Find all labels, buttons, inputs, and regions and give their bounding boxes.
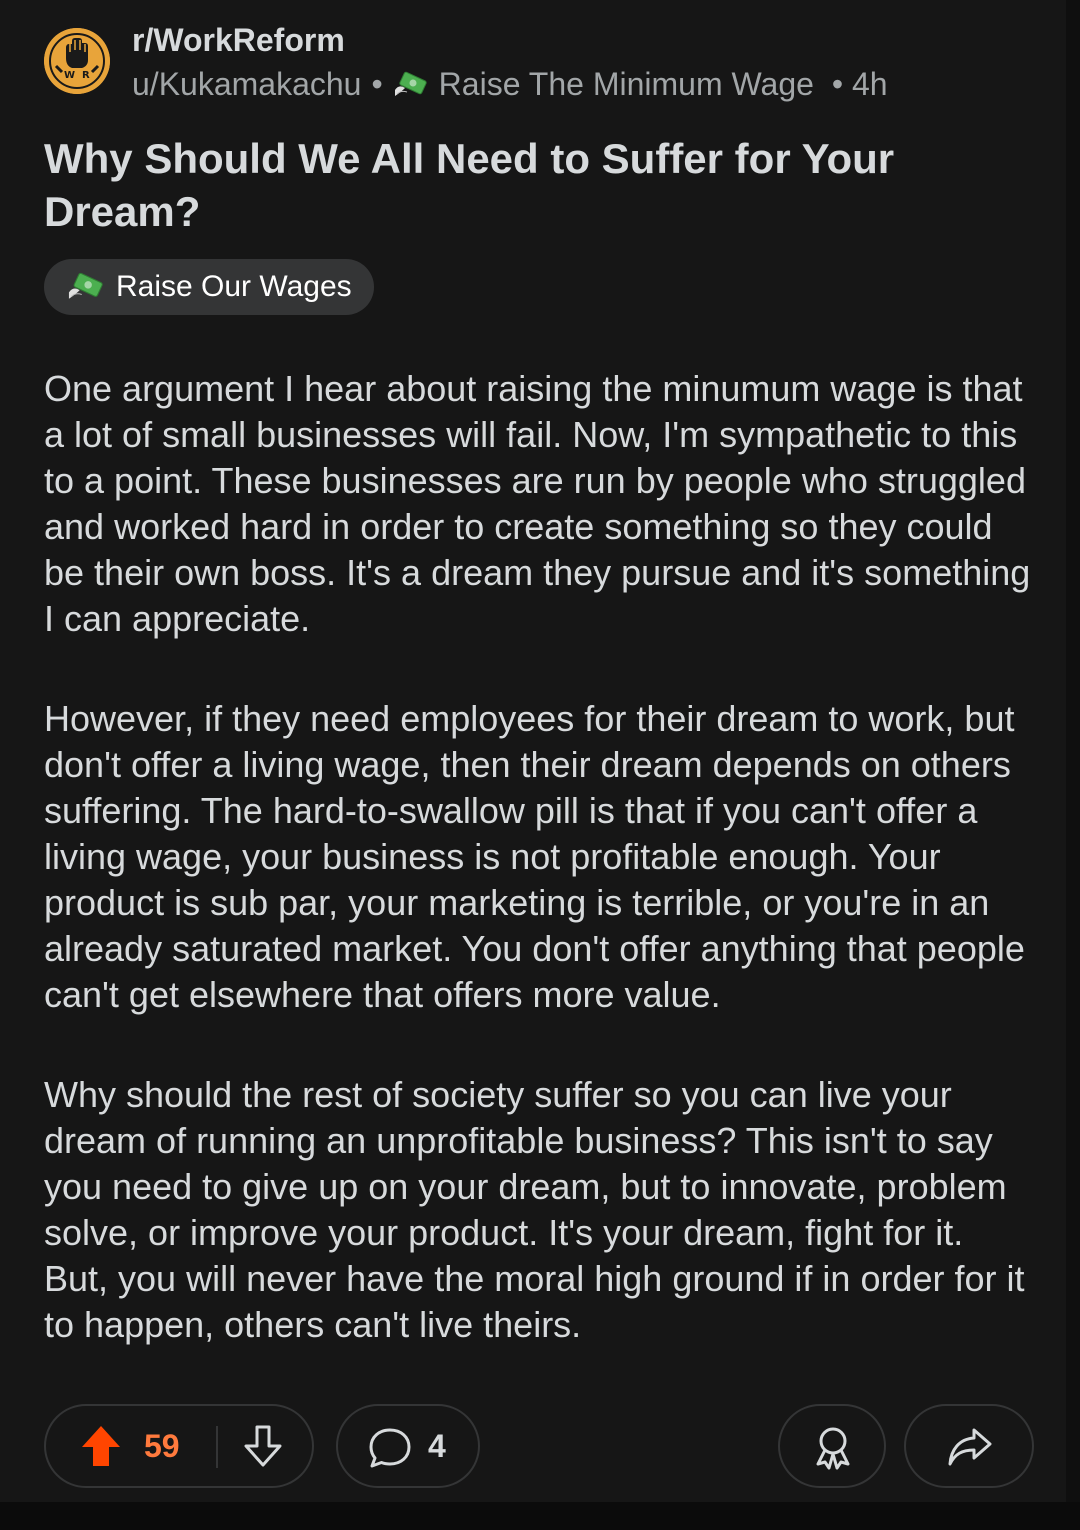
post-page: W R r/WorkReform u/Kukamakachu • Raise T…	[0, 0, 1066, 1502]
body-paragraph: However, if they need employees for thei…	[44, 698, 1025, 1015]
body-paragraph: Why should the rest of society suffer so…	[44, 1074, 1025, 1345]
meta-separator: •	[371, 66, 383, 102]
post-title[interactable]: Why Should We All Need to Suffer for You…	[44, 132, 1024, 238]
scroll-rail	[1066, 0, 1080, 1530]
author-name[interactable]: u/Kukamakachu	[132, 66, 361, 103]
flair-label: Raise Our Wages	[116, 270, 352, 303]
comment-bubble-icon	[369, 1428, 411, 1468]
subreddit-avatar[interactable]: W R	[44, 28, 110, 94]
downvote-arrow-icon[interactable]	[242, 1424, 284, 1468]
svg-text:R: R	[82, 70, 90, 81]
subreddit-name[interactable]: r/WorkReform	[132, 22, 345, 59]
svg-text:W: W	[64, 70, 75, 81]
vote-divider	[216, 1426, 218, 1468]
post-age: • 4h	[831, 66, 888, 102]
vote-score: 59	[144, 1428, 180, 1464]
vote-bar: 59	[44, 1404, 314, 1488]
bottom-divider	[0, 1502, 1080, 1530]
workreform-fist-logo: W R	[44, 28, 110, 94]
upvote-arrow-icon[interactable]	[80, 1424, 122, 1468]
comment-count: 4	[428, 1428, 446, 1464]
post-flair[interactable]: Raise Our Wages	[44, 259, 374, 315]
body-paragraph: One argument I hear about raising the mi…	[44, 368, 1031, 639]
share-button[interactable]	[904, 1404, 1034, 1488]
share-arrow-icon	[948, 1428, 992, 1466]
money-with-wings-icon	[68, 272, 103, 299]
post-header: W R r/WorkReform u/Kukamakachu • Raise T…	[44, 22, 1024, 108]
comments-button[interactable]: 4	[336, 1404, 480, 1488]
post-meta: u/Kukamakachu • Raise The Minimum Wage •…	[132, 66, 888, 103]
award-icon	[816, 1427, 850, 1470]
money-with-wings-icon	[394, 71, 427, 96]
post-body: One argument I hear about raising the mi…	[44, 366, 1034, 1402]
author-flair: Raise The Minimum Wage	[438, 66, 814, 102]
award-button[interactable]	[778, 1404, 886, 1488]
